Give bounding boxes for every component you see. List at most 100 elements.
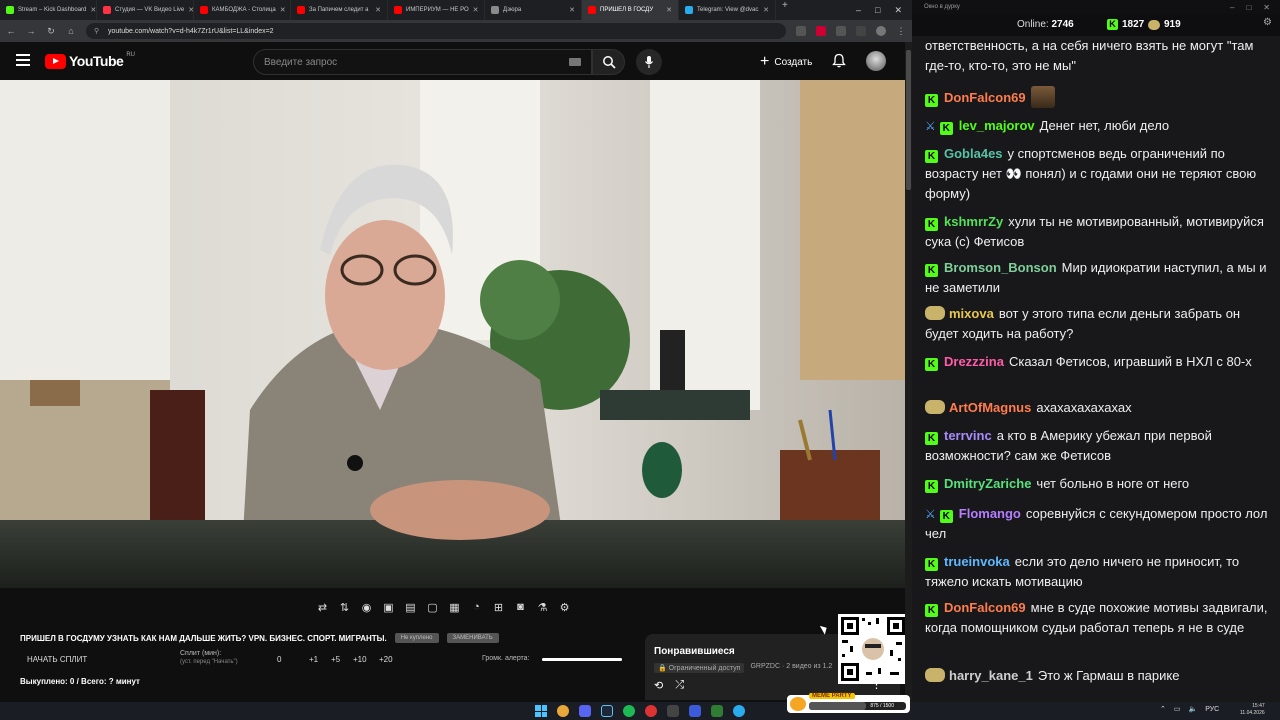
flask-icon[interactable]: ⚗ <box>535 600 550 615</box>
screenshot-icon[interactable]: ◙ <box>513 600 528 615</box>
browser-tab[interactable]: За Папичем следит а ✕ <box>291 0 388 20</box>
settings-icon[interactable]: ⚙ <box>557 600 572 615</box>
browser-tab[interactable]: Telegram: View @dvac ✕ <box>679 0 776 20</box>
browser-tab[interactable]: КАМБОДЖА - Столица ✕ <box>194 0 291 20</box>
chat-username[interactable]: harry_kane_1 <box>949 668 1033 683</box>
new-tab-icon[interactable]: + <box>776 0 794 20</box>
back-icon[interactable]: ← <box>6 26 16 36</box>
browser-tab[interactable]: Студия — VK Видео Live ✕ <box>97 0 194 20</box>
minimize-icon[interactable]: – <box>1230 3 1234 12</box>
download-icon[interactable] <box>856 26 866 36</box>
shuffle-icon[interactable]: ⤮ <box>675 679 684 692</box>
playlist-title[interactable]: Понравившиеся <box>654 646 735 657</box>
chat-username[interactable]: ArtOfMagnus <box>949 400 1031 415</box>
menu-icon[interactable]: ⋮ <box>896 26 906 37</box>
media-player-icon[interactable] <box>689 705 701 717</box>
reload-icon[interactable]: ↻ <box>46 26 56 37</box>
profile-icon[interactable] <box>876 26 886 36</box>
language-indicator[interactable]: РУС <box>1205 706 1219 713</box>
settings-icon[interactable]: ⚙ <box>1263 17 1272 28</box>
extension-icon[interactable] <box>796 26 806 36</box>
app-icon[interactable] <box>711 705 723 717</box>
tab-close-icon[interactable]: ✕ <box>666 6 672 14</box>
maximize-icon[interactable]: □ <box>875 5 880 16</box>
close-window-icon[interactable]: ✕ <box>894 5 902 16</box>
obs-icon[interactable] <box>645 705 657 717</box>
add-frame-icon[interactable]: ⊞ <box>491 600 506 615</box>
split-step-button[interactable]: +20 <box>379 655 393 664</box>
youtube-logo[interactable]: YouTube RU <box>45 52 135 69</box>
steam-icon[interactable] <box>601 705 613 717</box>
chat-username[interactable]: lev_majorov <box>959 118 1035 133</box>
split-value[interactable]: 0 <box>277 655 281 664</box>
forward-icon[interactable]: → <box>26 26 36 36</box>
clock[interactable]: 15:47 11.04.2026 <box>1240 703 1265 717</box>
chrome-icon[interactable] <box>557 705 569 717</box>
chat-username[interactable]: mixova <box>949 306 994 321</box>
search-button[interactable] <box>592 49 625 75</box>
spotify-icon[interactable] <box>623 705 635 717</box>
site-info-icon[interactable]: ⚲ <box>94 27 99 35</box>
chat-username[interactable]: trueinvoka <box>944 554 1010 569</box>
close-window-icon[interactable]: ✕ <box>1263 3 1270 12</box>
chat-username[interactable]: DmitryZariche <box>944 476 1031 491</box>
menu-icon[interactable] <box>16 54 30 66</box>
chat-username[interactable]: terrvinc <box>944 428 992 443</box>
speed-icon[interactable]: ◔ <box>469 600 484 615</box>
split-step-button[interactable]: +1 <box>309 655 318 664</box>
extension-icon[interactable] <box>816 26 826 36</box>
network-icon[interactable]: ▭ <box>1174 705 1181 713</box>
extension-icon[interactable] <box>836 26 846 36</box>
chat-username[interactable]: Flomango <box>959 506 1021 521</box>
tab-close-icon[interactable]: ✕ <box>569 6 575 14</box>
chat-username[interactable]: Bromson_Bonson <box>944 260 1057 275</box>
cast-icon[interactable]: ▣ <box>381 600 396 615</box>
start-split-button[interactable]: НАЧАТЬ СПЛИТ <box>27 655 87 664</box>
chat-username[interactable]: Drezzzina <box>944 354 1004 369</box>
video-player[interactable] <box>0 80 905 588</box>
grid-icon[interactable]: ▦ <box>447 600 462 615</box>
search-input[interactable]: Введите запрос <box>253 49 592 75</box>
discord-icon[interactable] <box>579 705 591 717</box>
film-icon[interactable]: ▤ <box>403 600 418 615</box>
tab-close-icon[interactable]: ✕ <box>375 6 381 14</box>
maximize-icon[interactable]: □ <box>1246 3 1251 12</box>
tab-close-icon[interactable]: ✕ <box>90 6 96 14</box>
browser-tab[interactable]: Stream – Kick Dashboard ✕ <box>0 0 97 20</box>
loop-icon[interactable]: ⇄ <box>315 600 330 615</box>
alert-volume-slider[interactable] <box>542 658 622 661</box>
volume-icon[interactable]: 🔈 <box>1189 705 1198 713</box>
start-icon[interactable] <box>535 705 547 717</box>
voice-search-button[interactable] <box>636 49 662 75</box>
extra-button-2[interactable]: ЗАМЕНИВАТЬ <box>446 633 499 643</box>
extra-button-1[interactable]: Не куплено <box>394 633 439 643</box>
notifications-icon[interactable] <box>832 53 846 68</box>
split-step-button[interactable]: +10 <box>353 655 367 664</box>
tab-close-icon[interactable]: ✕ <box>280 6 286 14</box>
tray-expand-icon[interactable]: ⌃ <box>1160 705 1166 713</box>
browser-tab[interactable]: ИМПЕРИУМ — НЕ РО ✕ <box>388 0 485 20</box>
minimize-icon[interactable]: – <box>856 5 861 16</box>
browser-tab[interactable]: Дзюра ✕ <box>485 0 582 20</box>
scrollbar-thumb[interactable] <box>906 50 911 190</box>
url-field[interactable]: ⚲ youtube.com/watch?v=d-h4k7Zr1rU&list=L… <box>86 23 786 39</box>
telegram-icon[interactable] <box>733 705 745 717</box>
avatar[interactable] <box>866 51 886 71</box>
picture-icon[interactable]: ▢ <box>425 600 440 615</box>
chat-username[interactable]: DonFalcon69 <box>944 90 1026 105</box>
keyboard-icon[interactable] <box>569 58 581 66</box>
page-scrollbar[interactable] <box>905 42 912 702</box>
chat-username[interactable]: Gobla4es <box>944 146 1003 161</box>
chat-username[interactable]: kshmrrZy <box>944 214 1003 229</box>
create-button[interactable]: + Создать <box>752 50 820 74</box>
sort-icon[interactable]: ⇅ <box>337 600 352 615</box>
tab-close-icon[interactable]: ✕ <box>763 6 769 14</box>
browser-tab[interactable]: ПРИШЕЛ В ГОСДУ ✕ <box>582 0 679 20</box>
app-icon[interactable] <box>667 705 679 717</box>
loop-playlist-icon[interactable]: ⟲ <box>654 679 663 692</box>
broadcast-icon[interactable]: ◉ <box>359 600 374 615</box>
split-step-button[interactable]: +5 <box>331 655 340 664</box>
chat-username[interactable]: DonFalcon69 <box>944 600 1026 615</box>
tab-close-icon[interactable]: ✕ <box>473 6 479 14</box>
home-icon[interactable]: ⌂ <box>66 26 76 36</box>
